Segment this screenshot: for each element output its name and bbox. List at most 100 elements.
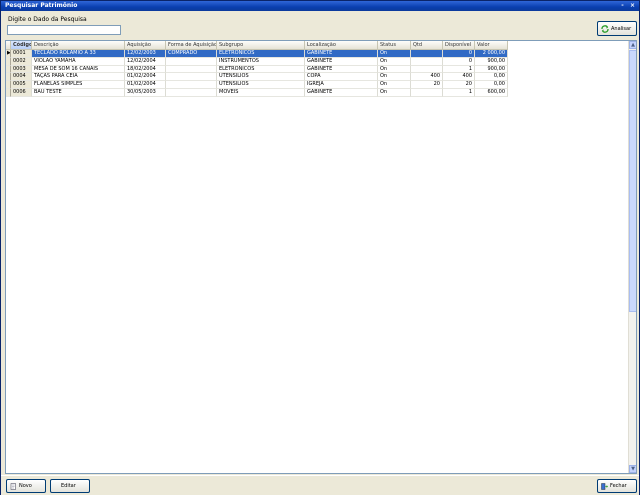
cell-qty: [411, 50, 443, 58]
edit-label: Editar: [61, 483, 76, 489]
cell-code: 0004: [11, 73, 32, 82]
cell-description: VIOLÃO YAMAHA: [32, 57, 125, 66]
cell-code: 0003: [11, 65, 32, 74]
cell-location: GABINETE: [305, 88, 378, 97]
new-label: Novo: [19, 483, 32, 489]
cell-value: 2 000,00: [475, 50, 508, 58]
grid-body: ▶ 0001 TECLADO ROLAMIO A 33 12/02/2003 COMPR…: [6, 50, 508, 97]
bottom-bar: Novo Editar Fechar: [1, 475, 639, 495]
cell-status: On: [378, 73, 411, 82]
column-header-description[interactable]: Descrição: [32, 41, 125, 50]
table-row[interactable]: 0002 VIOLÃO YAMAHA 12/02/2004 INSTRUMENTOS G…: [6, 57, 508, 66]
cell-location: GABINETE: [305, 57, 378, 66]
new-document-icon: [10, 482, 17, 490]
cell-available: 400: [443, 73, 475, 82]
column-header-status[interactable]: Status: [378, 41, 411, 50]
cell-location: COPA: [305, 73, 378, 82]
cell-description: TECLADO ROLAMIO A 33: [32, 50, 125, 58]
cell-acquisition: 01/02/2004: [125, 81, 166, 89]
cell-location: GABINETE: [305, 65, 378, 74]
cell-subgroup: ELETRÔNICOS: [217, 50, 305, 58]
close-label: Fechar: [610, 483, 627, 489]
cell-qty: 400: [411, 73, 443, 82]
cell-available: 0: [443, 57, 475, 66]
cell-available: 0: [443, 50, 475, 58]
cell-acquisition: 18/02/2004: [125, 65, 166, 74]
title-bar: Pesquisar Patrimônio - ×: [1, 1, 639, 11]
cell-acquisition-form: [166, 88, 217, 97]
search-input[interactable]: [7, 25, 121, 35]
cell-value: 0,00: [475, 73, 508, 82]
cell-value: 0,00: [475, 81, 508, 89]
close-window-button[interactable]: Fechar: [597, 479, 637, 493]
column-header-available[interactable]: Disponível: [443, 41, 475, 50]
cell-code: 0002: [11, 57, 32, 66]
analyze-button[interactable]: Analisar: [597, 21, 637, 36]
cell-subgroup: UTENSÍLIOS: [217, 81, 305, 89]
column-header-code[interactable]: Código: [11, 41, 32, 50]
cell-qty: [411, 57, 443, 66]
cell-value: 600,00: [475, 88, 508, 97]
table-row[interactable]: 0003 MESA DE SOM 16 CANAIS 18/02/2004 ELETR…: [6, 65, 508, 74]
cell-value: 900,00: [475, 57, 508, 66]
analyze-label: Analisar: [611, 25, 632, 32]
scroll-down-icon[interactable]: ▼: [629, 465, 636, 473]
table-row[interactable]: 0004 TAÇAS PARA CEIA 01/02/2004 UTENSÍLIOS C…: [6, 73, 508, 82]
cell-acquisition-form: COMPRADO: [166, 50, 217, 58]
window-title: Pesquisar Patrimônio: [5, 2, 78, 9]
cell-acquisition-form: [166, 73, 217, 82]
exit-door-icon: [601, 482, 608, 490]
cell-qty: [411, 65, 443, 74]
patrimony-search-window: Pesquisar Patrimônio - × Digite o Dado d…: [0, 0, 640, 495]
cell-value: 900,00: [475, 65, 508, 74]
cell-description: MESA DE SOM 16 CANAIS: [32, 65, 125, 74]
column-header-qty[interactable]: Qtd: [411, 41, 443, 50]
table-row[interactable]: ▶ 0001 TECLADO ROLAMIO A 33 12/02/2003 COMPR…: [6, 50, 508, 58]
table-row[interactable]: 0005 FLANELAS SIMPLES 01/02/2004 UTENSÍLIOS…: [6, 81, 508, 89]
minimize-button[interactable]: -: [619, 1, 626, 11]
cell-status: On: [378, 88, 411, 97]
cell-status: On: [378, 57, 411, 66]
column-header-location[interactable]: Localização: [305, 41, 378, 50]
grid-header: Código Descrição Aquisição Forma de Aqui…: [6, 41, 508, 50]
cell-code: 0006: [11, 88, 32, 97]
cell-description: FLANELAS SIMPLES: [32, 81, 125, 89]
title-buttons: - ×: [619, 1, 636, 11]
column-header-value[interactable]: Valor: [475, 41, 508, 50]
cell-subgroup: UTENSÍLIOS: [217, 73, 305, 82]
cell-acquisition-form: [166, 57, 217, 66]
cell-code: 0005: [11, 81, 32, 89]
cell-location: IGREJA: [305, 81, 378, 89]
patrimony-grid: Código Descrição Aquisição Forma de Aqui…: [5, 40, 637, 474]
cell-code: 0001: [11, 50, 32, 58]
cell-description: TAÇAS PARA CEIA: [32, 73, 125, 82]
cell-status: On: [378, 65, 411, 74]
cell-acquisition: 12/02/2003: [125, 50, 166, 58]
cell-available: 1: [443, 65, 475, 74]
cell-qty: 20: [411, 81, 443, 89]
cell-available: 1: [443, 88, 475, 97]
cell-acquisition: 01/02/2004: [125, 73, 166, 82]
table-row[interactable]: 0006 BAÚ TESTE 30/05/2003 MÓVEIS GABINETE On 1…: [6, 88, 508, 97]
column-header-acquisition[interactable]: Aquisição: [125, 41, 166, 50]
column-header-acquisition-form[interactable]: Forma de Aquisição: [166, 41, 217, 50]
scroll-thumb[interactable]: [629, 50, 636, 312]
cell-status: On: [378, 50, 411, 58]
cell-subgroup: INSTRUMENTOS: [217, 57, 305, 66]
cell-acquisition-form: [166, 65, 217, 74]
cell-acquisition-form: [166, 81, 217, 89]
cell-subgroup: ELETRÔNICOS: [217, 65, 305, 74]
cell-description: BAÚ TESTE: [32, 88, 125, 97]
cell-qty: [411, 88, 443, 97]
cell-status: On: [378, 81, 411, 89]
edit-button[interactable]: Editar: [50, 479, 90, 493]
vertical-scrollbar[interactable]: ▲ ▼: [628, 41, 636, 473]
cell-available: 20: [443, 81, 475, 89]
scroll-up-icon[interactable]: ▲: [629, 41, 636, 49]
cell-acquisition: 30/05/2003: [125, 88, 166, 97]
close-button[interactable]: ×: [629, 1, 636, 11]
refresh-icon: [601, 24, 609, 33]
column-header-subgroup[interactable]: Subgrupo: [217, 41, 305, 50]
new-button[interactable]: Novo: [6, 479, 46, 493]
cell-subgroup: MÓVEIS: [217, 88, 305, 97]
